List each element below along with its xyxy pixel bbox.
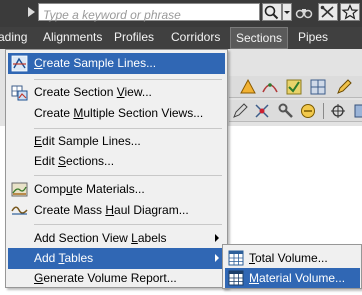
ribbon-toolbar-row-2 [229, 100, 362, 122]
binoculars-button[interactable] [294, 3, 315, 21]
menu-item-label: Create Mass Haul Diagram... [34, 203, 189, 217]
wrench-tool-icon[interactable] [277, 102, 295, 120]
tab-sections[interactable]: Sections [230, 27, 289, 49]
menu-item-label: Create Section View... [34, 85, 152, 99]
menu-item-compute-materials[interactable]: Compute Materials... [8, 179, 225, 200]
tab-pipes[interactable]: Pipes [298, 27, 328, 49]
favorites-button[interactable] [340, 3, 360, 21]
table-icon [228, 270, 244, 286]
submenu-arrow-icon [215, 254, 219, 262]
menu-item-edit-sections[interactable]: Edit Sections... [8, 151, 225, 172]
menu-separator [34, 128, 222, 129]
menu-item-create-mass-haul-diagram[interactable]: Create Mass Haul Diagram... [8, 200, 225, 221]
menu-item-generate-volume-report[interactable]: Generate Volume Report... [8, 268, 225, 289]
ribbon-tab-bar: ading Alignments Profiles Corridors Sect… [0, 27, 362, 49]
menu-item-create-multiple-section-views[interactable]: Create Multiple Section Views... [8, 103, 225, 124]
shield-tool-icon[interactable] [299, 102, 317, 120]
menu-item-label: Create Sample Lines... [34, 56, 157, 70]
menu-item-label: Add Tables [34, 251, 94, 265]
target-tool-icon[interactable] [329, 102, 347, 120]
tab-corridors[interactable]: Corridors [171, 27, 220, 49]
search-button[interactable] [262, 3, 282, 21]
pencil-tool-icon[interactable] [231, 102, 249, 120]
grid-tool-icon[interactable] [309, 78, 327, 96]
tab-alignments[interactable]: Alignments [43, 27, 102, 49]
menu-item-label: Edit Sample Lines... [34, 134, 141, 148]
curve-tool-icon[interactable] [261, 78, 279, 96]
menu-item-label: Generate Volume Report... [34, 271, 177, 285]
sample-lines-icon [11, 55, 28, 72]
search-dropdown-button[interactable] [282, 3, 292, 21]
menu-item-create-sample-lines[interactable]: Create Sample Lines... [8, 53, 225, 74]
tab-profiles[interactable]: Profiles [114, 27, 154, 49]
triangle-tool-icon[interactable] [239, 78, 257, 96]
binoculars-icon [295, 9, 313, 19]
star-icon [341, 4, 359, 20]
tools-icon [320, 5, 334, 18]
menu-item-label: Compute Materials... [34, 182, 145, 196]
ribbon-toolbar-row-1 [229, 76, 362, 98]
table-icon [228, 250, 244, 266]
menu-item-label: Create Multiple Section Views... [34, 106, 204, 120]
menu-item-create-section-view[interactable]: Create Section View... [8, 82, 225, 103]
menu-item-edit-sample-lines[interactable]: Edit Sample Lines... [8, 131, 225, 152]
toolbar-separator [323, 103, 324, 119]
menu-item-add-section-view-labels[interactable]: Add Section View Labels [8, 228, 225, 249]
submenu-item-label: Material Volume... [249, 271, 346, 285]
search-icon [264, 5, 279, 20]
menu-separator [34, 79, 222, 80]
submenu-item-label: Total Volume... [249, 251, 328, 265]
search-input[interactable] [39, 7, 259, 23]
sections-dropdown-menu: Create Sample Lines... Create Section Vi… [5, 49, 228, 288]
submenu-item-material-volume[interactable]: Material Volume... [225, 268, 360, 288]
menu-item-label: Add Section View Labels [34, 231, 167, 245]
chevron-down-icon [284, 11, 290, 14]
edit-tool-icon[interactable] [335, 78, 353, 96]
menu-item-add-tables[interactable]: Add Tables [8, 248, 225, 269]
check-tool-icon[interactable] [285, 78, 303, 96]
menu-item-label: Edit Sections... [34, 154, 115, 168]
play-icon[interactable] [28, 7, 35, 17]
submenu-item-total-volume[interactable]: Total Volume... [225, 248, 360, 268]
submenu-arrow-icon [215, 234, 219, 242]
network-tool-icon[interactable] [253, 102, 271, 120]
compute-materials-icon [11, 182, 28, 197]
add-tables-submenu: Total Volume... Material Volume... [222, 244, 362, 289]
menu-separator [34, 175, 222, 176]
mass-haul-icon [11, 206, 28, 215]
search-box[interactable] [38, 3, 260, 23]
menu-separator [34, 224, 222, 225]
section-view-icon [11, 85, 28, 101]
tools-button[interactable] [318, 3, 338, 21]
title-bar [0, 0, 362, 27]
tab-grading[interactable]: ading [0, 27, 27, 49]
more-tools-icon[interactable] [353, 102, 362, 120]
